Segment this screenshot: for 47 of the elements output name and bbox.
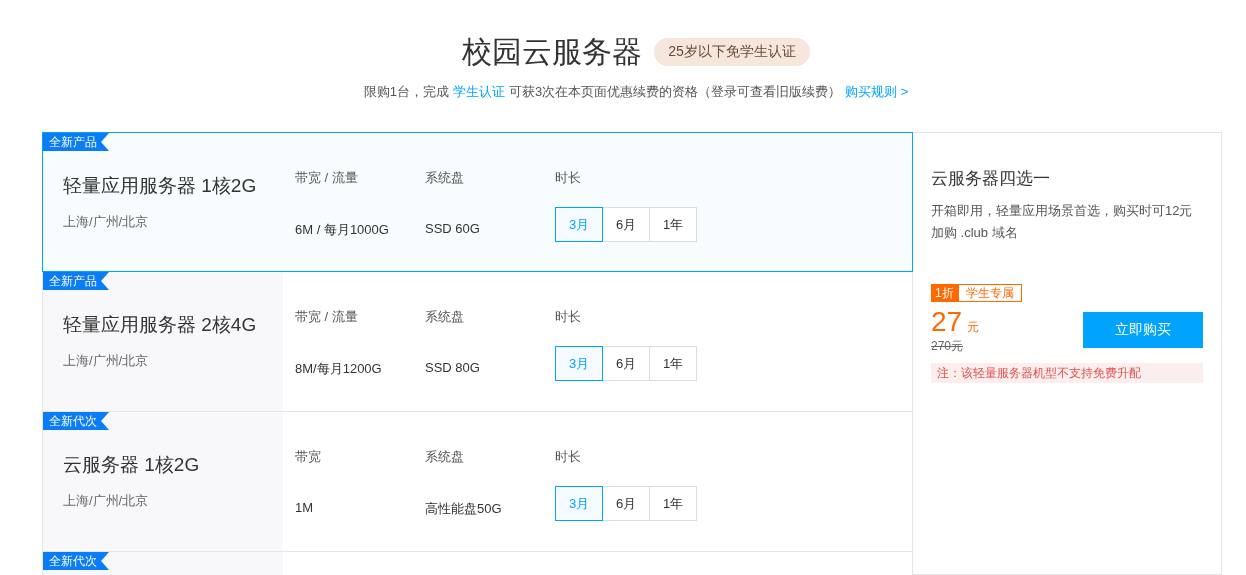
duration-option[interactable]: 1年: [649, 346, 697, 381]
region-text: 上海/广州/北京: [63, 213, 150, 231]
product-card[interactable]: 全新代次 云服务器 1核2G 上海/广州/北京 带宽 1M 系统盘 高性能盘50G 时长 3月 6月 1年: [42, 412, 913, 552]
product-name: 轻量应用服务器 2核4G: [63, 313, 258, 337]
spec-value: 1M: [295, 500, 315, 515]
spec-label: 带宽: [295, 448, 322, 466]
spec-label: 带宽 / 流量: [295, 169, 359, 187]
product-badge: 全新代次: [43, 552, 109, 570]
summary-description: 开箱即用，轻量应用场景首选，购买时可12元加购 .club 域名: [931, 202, 1194, 242]
age-badge: 25岁以下免学生认证: [654, 38, 810, 66]
duration-option[interactable]: 1年: [649, 207, 697, 242]
notice-text: 可获3次在本页面优惠续费的资格（登录可查看旧版续费）: [508, 83, 842, 101]
spec-value: 6M / 每月1000G: [295, 221, 390, 239]
duration-option[interactable]: 1年: [649, 486, 697, 521]
price-value: 27: [931, 306, 963, 337]
product-badge: 全新产品: [43, 133, 109, 151]
spec-label: 系统盘: [425, 308, 465, 326]
discount-badge: 1折: [931, 284, 958, 302]
notice-text: 限购1台，完成: [363, 83, 449, 101]
note-text: 注：该轻量服务器机型不支持免费升配: [931, 363, 1203, 383]
original-price: 270元: [931, 338, 965, 355]
product-card[interactable]: 全新代次: [42, 552, 913, 575]
spec-label: 时长: [555, 308, 582, 326]
duration-option[interactable]: 6月: [602, 207, 650, 242]
summary-title: 云服务器四选一: [931, 168, 1051, 190]
product-name: 云服务器 1核2G: [63, 453, 201, 477]
page-title: 校园云服务器: [462, 33, 643, 70]
student-tag: 学生专属: [957, 284, 1022, 302]
spec-value: SSD 80G: [425, 360, 481, 375]
price-unit: 元: [967, 320, 980, 334]
product-card[interactable]: 全新产品 轻量应用服务器 2核4G 上海/广州/北京 带宽 / 流量 8M/每月1200G 系统盘 SSD 80G 时长 3月 6月 1年: [42, 272, 913, 412]
spec-label: 系统盘: [425, 448, 465, 466]
region-text: 上海/广州/北京: [63, 492, 150, 510]
spec-value: SSD 60G: [425, 221, 481, 236]
spec-label: 带宽 / 流量: [295, 308, 359, 326]
duration-option[interactable]: 6月: [602, 346, 650, 381]
spec-label: 时长: [555, 169, 582, 187]
duration-option[interactable]: 6月: [602, 486, 650, 521]
product-card[interactable]: 全新产品 轻量应用服务器 1核2G 上海/广州/北京 带宽 / 流量 6M / 每月1000G 系统盘 SSD 60G 时长 3月 6月 1年: [42, 132, 913, 272]
product-name: 轻量应用服务器 1核2G: [63, 174, 258, 198]
spec-label: 系统盘: [425, 169, 465, 187]
spec-label: 时长: [555, 448, 582, 466]
spec-value: 高性能盘50G: [425, 500, 503, 518]
product-badge: 全新产品: [43, 272, 109, 290]
product-badge: 全新代次: [43, 412, 109, 430]
region-text: 上海/广州/北京: [63, 352, 150, 370]
spec-value: 8M/每月1200G: [295, 360, 383, 378]
